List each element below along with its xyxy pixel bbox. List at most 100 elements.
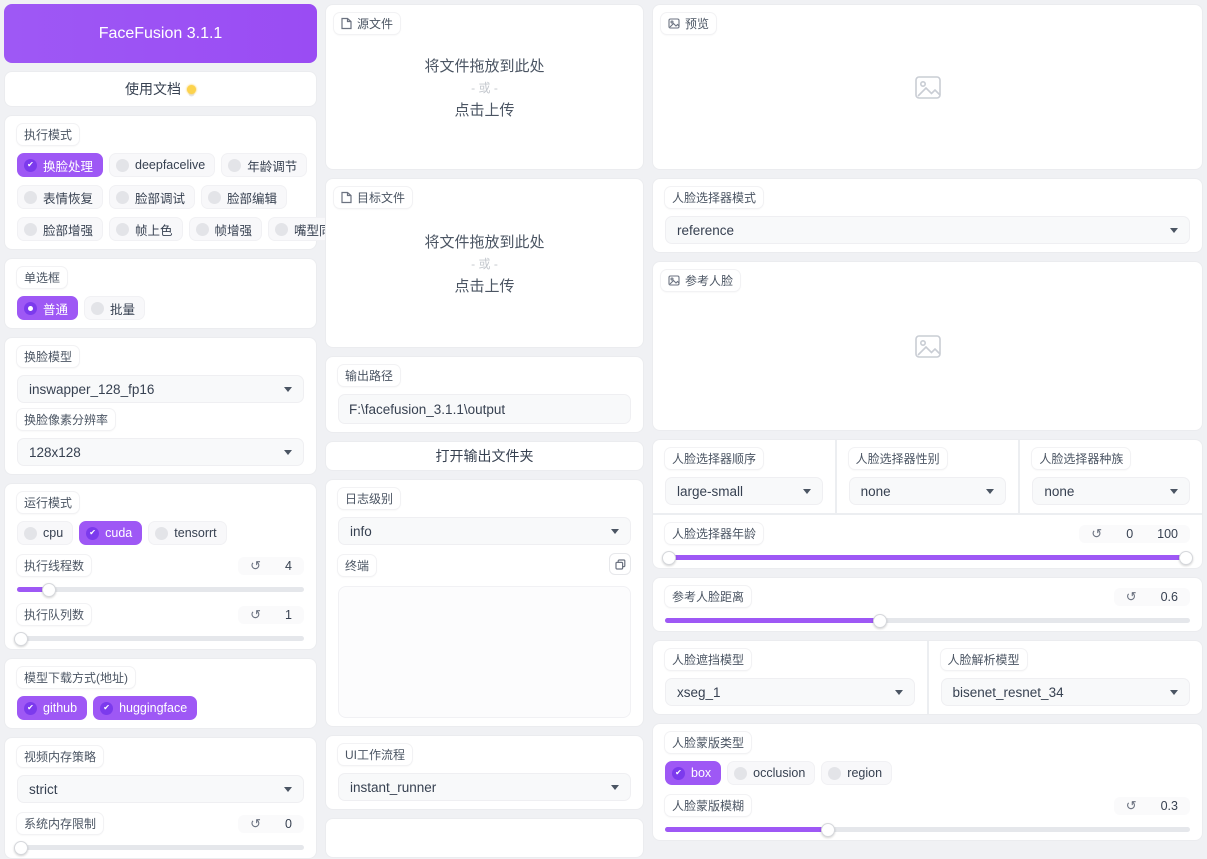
image-placeholder-icon <box>914 75 941 99</box>
chevron-down-icon <box>1170 488 1178 494</box>
checkbox-occlusion[interactable]: occlusion <box>727 761 816 785</box>
checkbox-face-editor[interactable]: 脸部编辑 <box>201 185 288 209</box>
radio-normal[interactable]: 普通 <box>17 296 79 320</box>
queue-value[interactable]: 1 <box>285 608 292 622</box>
reset-icon[interactable]: ↺ <box>1126 799 1137 812</box>
face-mask-models-group: 人脸遮挡模型 xseg_1 人脸解析模型 bisenet_resnet_34 <box>652 640 1203 715</box>
copy-button[interactable] <box>609 553 631 575</box>
reference-face-panel: 参考人脸 <box>652 261 1203 431</box>
slider-handle[interactable] <box>14 631 29 646</box>
reset-icon[interactable]: ↺ <box>250 559 261 572</box>
queue-value-box: ↺ 1 <box>238 605 304 624</box>
parser-model-dropdown[interactable]: bisenet_resnet_34 <box>940 678 1190 706</box>
or-text: - 或 - <box>471 80 498 95</box>
reference-distance-slider[interactable] <box>665 613 1190 628</box>
checkbox-expression-restorer[interactable]: 表情恢复 <box>17 185 104 209</box>
check-icon: ✔ <box>24 701 37 715</box>
checkbox-cuda[interactable]: ✔ cuda <box>79 521 143 545</box>
vram-dropdown[interactable]: strict <box>17 775 304 803</box>
radio-selected-icon <box>24 301 37 315</box>
checkbox-age-modifier[interactable]: 年龄调节 <box>221 153 308 177</box>
reset-icon[interactable]: ↺ <box>250 608 261 621</box>
checkbox-cpu[interactable]: cpu <box>17 521 74 545</box>
slider-handle[interactable] <box>820 822 835 837</box>
processors-row-1: ✔ 换脸处理 deepfacelive 年龄调节 <box>17 153 308 177</box>
log-level-dropdown[interactable]: info <box>338 517 631 545</box>
face-selector-mode-dropdown[interactable]: reference <box>665 216 1190 244</box>
chevron-down-icon <box>611 528 619 534</box>
open-output-folder-button[interactable]: 打开输出文件夹 <box>325 441 644 471</box>
ram-value[interactable]: 0 <box>285 817 292 831</box>
slider-handle-min[interactable] <box>662 550 677 565</box>
threads-slider[interactable] <box>17 582 304 597</box>
chevron-down-icon <box>284 386 292 392</box>
checkbox-box[interactable]: ✔ box <box>665 761 722 785</box>
chevron-down-icon <box>986 488 995 494</box>
face-selector-age-label: 人脸选择器年龄 <box>665 523 764 544</box>
reset-icon[interactable]: ↺ <box>250 817 261 830</box>
source-file-dropzone[interactable]: 源文件 将文件拖放到此处 - 或 - 点击上传 <box>325 4 644 170</box>
slider-handle[interactable] <box>41 582 56 597</box>
resolution-label: 换脸像素分辨率 <box>17 409 116 430</box>
face-selector-gender-dropdown[interactable]: none <box>848 477 1007 505</box>
age-range-slider[interactable] <box>662 550 1193 565</box>
face-selector-group: 人脸选择器顺序 large-small 人脸选择器性别 none 人脸选择器种族… <box>652 439 1203 569</box>
vram-label: 视频内存策略 <box>17 746 104 767</box>
reference-distance-value-box: ↺ 0.6 <box>1113 587 1190 606</box>
reference-face-label: 参考人脸 <box>661 270 741 291</box>
checkbox-tensorrt[interactable]: tensorrt <box>148 521 227 545</box>
mask-blur-slider[interactable] <box>665 822 1190 837</box>
face-selector-gender-label: 人脸选择器性别 <box>848 448 947 469</box>
checkbox-huggingface[interactable]: ✔ huggingface <box>93 696 198 720</box>
output-path-input[interactable] <box>338 394 631 424</box>
reset-icon[interactable]: ↺ <box>1091 527 1102 540</box>
slider-handle[interactable] <box>873 613 888 628</box>
circle-icon <box>24 222 37 236</box>
check-icon: ✔ <box>86 526 100 540</box>
age-min-value[interactable]: 0 <box>1126 527 1133 541</box>
terminal-output[interactable] <box>338 586 631 718</box>
reference-distance-label: 参考人脸距离 <box>665 586 752 607</box>
checkbox-face-swapper[interactable]: ✔ 换脸处理 <box>17 153 104 177</box>
memory-section: 视频内存策略 strict 系统内存限制 ↺ 0 <box>4 737 317 859</box>
target-file-label: 目标文件 <box>334 187 413 208</box>
resolution-dropdown[interactable]: 128x128 <box>17 438 304 466</box>
occluder-model-dropdown[interactable]: xseg_1 <box>665 678 915 706</box>
face-selector-race-label: 人脸选择器种族 <box>1032 448 1131 469</box>
age-max-value[interactable]: 100 <box>1157 527 1178 541</box>
occluder-model-label: 人脸遮挡模型 <box>665 649 752 670</box>
processors-row-2: 表情恢复 脸部调试 脸部编辑 <box>17 185 304 209</box>
mask-blur-value-box: ↺ 0.3 <box>1113 796 1190 815</box>
reference-distance-value[interactable]: 0.6 <box>1161 590 1178 604</box>
slider-handle[interactable] <box>14 840 29 855</box>
chevron-down-icon <box>284 786 292 792</box>
checkbox-deepfacelive[interactable]: deepfacelive <box>109 153 216 177</box>
queue-slider[interactable] <box>14 631 304 646</box>
doc-link-button[interactable]: 使用文档 <box>4 71 317 107</box>
threads-value[interactable]: 4 <box>285 559 292 573</box>
checkbox-region[interactable]: region <box>821 761 893 785</box>
reset-icon[interactable]: ↺ <box>1126 590 1137 603</box>
chevron-down-icon <box>1170 227 1178 233</box>
checkbox-face-enhancer[interactable]: 脸部增强 <box>17 217 104 241</box>
checkbox-github[interactable]: ✔ github <box>17 696 88 720</box>
slider-handle-max[interactable] <box>1178 550 1193 565</box>
mask-types-group: ✔ box occlusion region <box>665 761 1190 785</box>
mode-radio-group: 普通 批量 <box>17 296 304 320</box>
radio-batch[interactable]: 批量 <box>84 296 146 320</box>
mask-blur-value[interactable]: 0.3 <box>1161 799 1178 813</box>
providers-group: cpu ✔ cuda tensorrt <box>17 521 304 545</box>
target-file-dropzone[interactable]: 目标文件 将文件拖放到此处 - 或 - 点击上传 <box>325 178 644 348</box>
face-selector-race-dropdown[interactable]: none <box>1032 477 1190 505</box>
image-icon <box>668 275 680 286</box>
face-mask-section: 人脸蒙版类型 ✔ box occlusion region 人脸蒙版模糊 ↺ 0… <box>652 723 1203 841</box>
ram-slider[interactable] <box>14 840 304 855</box>
swap-model-dropdown[interactable]: inswapper_128_fp16 <box>17 375 304 403</box>
click-upload[interactable]: 点击上传 <box>454 99 514 120</box>
processors-section: 执行模式 ✔ 换脸处理 deepfacelive 年龄调节 表情恢复 脸部调试 … <box>4 115 355 250</box>
checkbox-frame-colorizer[interactable]: 帧上色 <box>109 217 183 241</box>
face-selector-order-dropdown[interactable]: large-small <box>665 477 823 505</box>
click-upload[interactable]: 点击上传 <box>454 275 514 296</box>
checkbox-face-debugger[interactable]: 脸部调试 <box>109 185 196 209</box>
checkbox-frame-enhancer[interactable]: 帧增强 <box>188 217 263 241</box>
